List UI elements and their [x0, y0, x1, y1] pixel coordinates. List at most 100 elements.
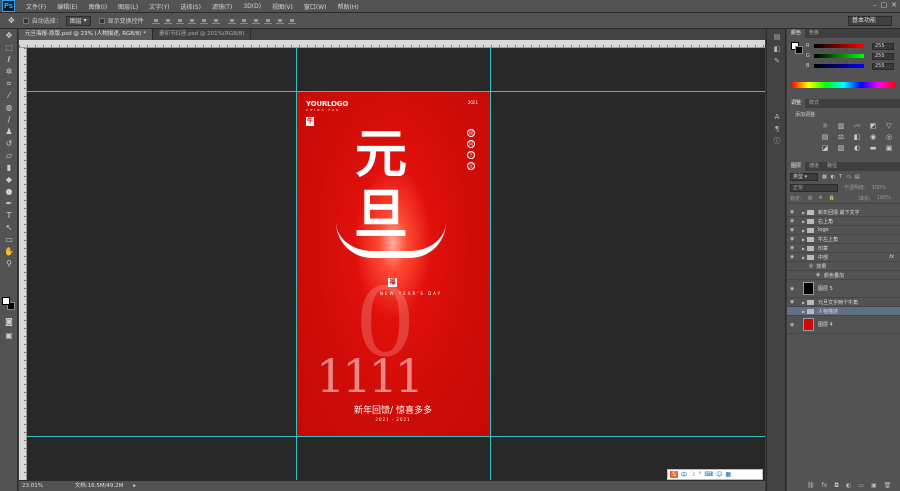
align-middle-icon[interactable]	[163, 17, 172, 24]
panel-bg-swatch[interactable]	[795, 46, 803, 54]
move-tool-icon[interactable]: ✥	[8, 16, 15, 25]
lock-all-icon[interactable]: 🔒	[829, 195, 835, 201]
tab-adjustments[interactable]: 调整	[787, 99, 806, 108]
document-info[interactable]: 文档:16.5M/49.2M	[75, 483, 124, 489]
hand-tool-icon[interactable]: ✋	[3, 247, 15, 257]
align-bottom-icon[interactable]	[175, 17, 184, 24]
menu-window[interactable]: 窗口(W)	[304, 2, 327, 11]
filter-shape-icon[interactable]: ▭	[846, 174, 851, 180]
move-tool-icon[interactable]: ✥	[3, 31, 15, 41]
type-tool-icon[interactable]: T	[3, 211, 15, 221]
gradient-map-icon[interactable]: ▬	[869, 145, 877, 152]
paragraph-panel-icon[interactable]: ¶	[772, 125, 782, 133]
new-layer-icon[interactable]: ▣	[871, 482, 877, 489]
selective-color-icon[interactable]: ▣	[885, 145, 893, 152]
visibility-eye-icon[interactable]: ◉	[790, 254, 798, 260]
visibility-eye-icon[interactable]: ◉	[790, 299, 798, 305]
properties-panel-icon[interactable]: ◧	[772, 45, 782, 53]
distribute-top-icon[interactable]	[227, 17, 236, 24]
ime-toolbar[interactable]: S 中 ☽ ° ⌨ ☺ ▦	[667, 469, 763, 480]
distribute-bottom-icon[interactable]	[251, 17, 260, 24]
exposure-icon[interactable]: ◩	[869, 123, 877, 130]
poster-artboard[interactable]: YOURLOGO CHINA FAS 2021 牛 迎 风 下 旦 元 旦 0 …	[296, 91, 490, 436]
fx-icon[interactable]: fx	[889, 254, 894, 260]
guide-horizontal[interactable]	[27, 91, 765, 92]
ime-keyboard-icon[interactable]: ⌨	[704, 471, 713, 478]
color-balance-icon[interactable]: ⚖	[837, 134, 845, 141]
guide-vertical[interactable]	[296, 48, 297, 480]
posterize-icon[interactable]: ▨	[837, 145, 845, 152]
character-panel-icon[interactable]: A	[772, 113, 782, 121]
eraser-tool-icon[interactable]: ▱	[3, 151, 15, 161]
pen-tool-icon[interactable]: ✒	[3, 199, 15, 209]
tab-active-document[interactable]: 元旦海报-原版.psd @ 23% (人物描述, RGB/8) *	[19, 29, 154, 40]
screen-mode-icon[interactable]: ▣	[3, 331, 15, 341]
menu-layer[interactable]: 图层(L)	[118, 2, 138, 11]
lasso-tool-icon[interactable]: ℓ	[3, 55, 15, 65]
crop-tool-icon[interactable]: ⌗	[3, 79, 15, 89]
menu-file[interactable]: 文件(F)	[26, 2, 46, 11]
black-white-icon[interactable]: ◧	[853, 134, 861, 141]
brush-tool-icon[interactable]: ∕	[3, 115, 15, 125]
tab-channels[interactable]: 通道	[805, 162, 823, 171]
info-panel-icon[interactable]: ⓘ	[772, 137, 782, 145]
menu-image[interactable]: 图像(I)	[89, 2, 107, 11]
invert-icon[interactable]: ◪	[821, 145, 829, 152]
stamp-tool-icon[interactable]: ♟	[3, 127, 15, 137]
tab-color[interactable]: 颜色	[787, 29, 806, 38]
adjustment-layer-icon[interactable]: ◐	[846, 482, 851, 489]
tab-layers[interactable]: 图层	[787, 162, 806, 171]
effect-eye-icon[interactable]: ◉	[816, 272, 824, 278]
layer-row[interactable]: ◉ 图层 5	[787, 280, 900, 298]
ime-user-icon[interactable]: ☺	[716, 471, 722, 478]
slider-g-value[interactable]: 255	[872, 52, 894, 60]
link-icon[interactable]: ⛓	[807, 482, 815, 489]
close-button[interactable]: ✕	[891, 1, 897, 9]
blend-mode-dropdown[interactable]: 正常	[790, 183, 838, 192]
new-group-icon[interactable]: ▭	[858, 482, 864, 489]
gradient-tool-icon[interactable]: ▮	[3, 163, 15, 173]
dodge-tool-icon[interactable]: ●	[3, 187, 15, 197]
zoom-level[interactable]: 23.01%	[22, 483, 43, 489]
color-spectrum-bar[interactable]	[791, 82, 896, 88]
slider-r[interactable]	[814, 44, 864, 48]
menu-help[interactable]: 帮助(H)	[338, 2, 359, 11]
zoom-tool-icon[interactable]: ⚲	[3, 259, 15, 269]
menu-edit[interactable]: 编辑(E)	[57, 2, 77, 11]
history-brush-icon[interactable]: ↺	[3, 139, 15, 149]
maximize-button[interactable]: □	[881, 1, 888, 9]
filter-pixel-icon[interactable]: ▩	[822, 174, 827, 180]
filter-type-icon[interactable]: T	[839, 174, 842, 180]
path-select-tool-icon[interactable]: ↖	[3, 223, 15, 233]
canvas-area[interactable]: YOURLOGO CHINA FAS 2021 牛 迎 风 下 旦 元 旦 0 …	[27, 48, 765, 480]
ime-punct-icon[interactable]: °	[698, 471, 701, 478]
layer-row[interactable]: ◉ ▶ 中部 fx	[787, 253, 900, 262]
visibility-eye-icon[interactable]: ◉	[790, 218, 798, 224]
color-swatches[interactable]	[2, 297, 16, 311]
mask-icon[interactable]: ◘	[834, 482, 839, 489]
layer-row[interactable]: ◉ 图层 4	[787, 316, 900, 334]
auto-select-checkbox[interactable]	[22, 17, 29, 24]
workspace-dropdown[interactable]: 基本功能	[848, 16, 892, 26]
align-center-icon[interactable]	[199, 17, 208, 24]
ime-mode-label[interactable]: 中	[681, 470, 687, 479]
magic-wand-tool-icon[interactable]: ✲	[3, 67, 15, 77]
menu-type[interactable]: 文字(Y)	[149, 2, 169, 11]
tab-styles[interactable]: 样式	[805, 99, 823, 108]
trash-icon[interactable]: 🗑	[884, 482, 892, 489]
fill-value[interactable]: 100%	[877, 195, 891, 201]
effect-row[interactable]: ◉ 颜色叠加	[787, 271, 900, 280]
channel-mixer-icon[interactable]: ◎	[885, 134, 893, 141]
distribute-middle-icon[interactable]	[239, 17, 248, 24]
distribute-right-icon[interactable]	[287, 17, 296, 24]
vibrance-icon[interactable]: ▽	[885, 123, 893, 130]
align-top-icon[interactable]	[151, 17, 160, 24]
guide-horizontal[interactable]	[27, 436, 765, 437]
lock-pixels-icon[interactable]: ▦	[808, 195, 813, 201]
tab-swatches[interactable]: 色板	[805, 29, 823, 38]
align-right-icon[interactable]	[211, 17, 220, 24]
layer-row[interactable]: ◉ ▶ 右上角	[787, 217, 900, 226]
brush-panel-icon[interactable]: ✎	[772, 57, 782, 65]
quick-mask-icon[interactable]: ◙	[3, 317, 15, 327]
lock-position-icon[interactable]: ✥	[818, 195, 822, 201]
